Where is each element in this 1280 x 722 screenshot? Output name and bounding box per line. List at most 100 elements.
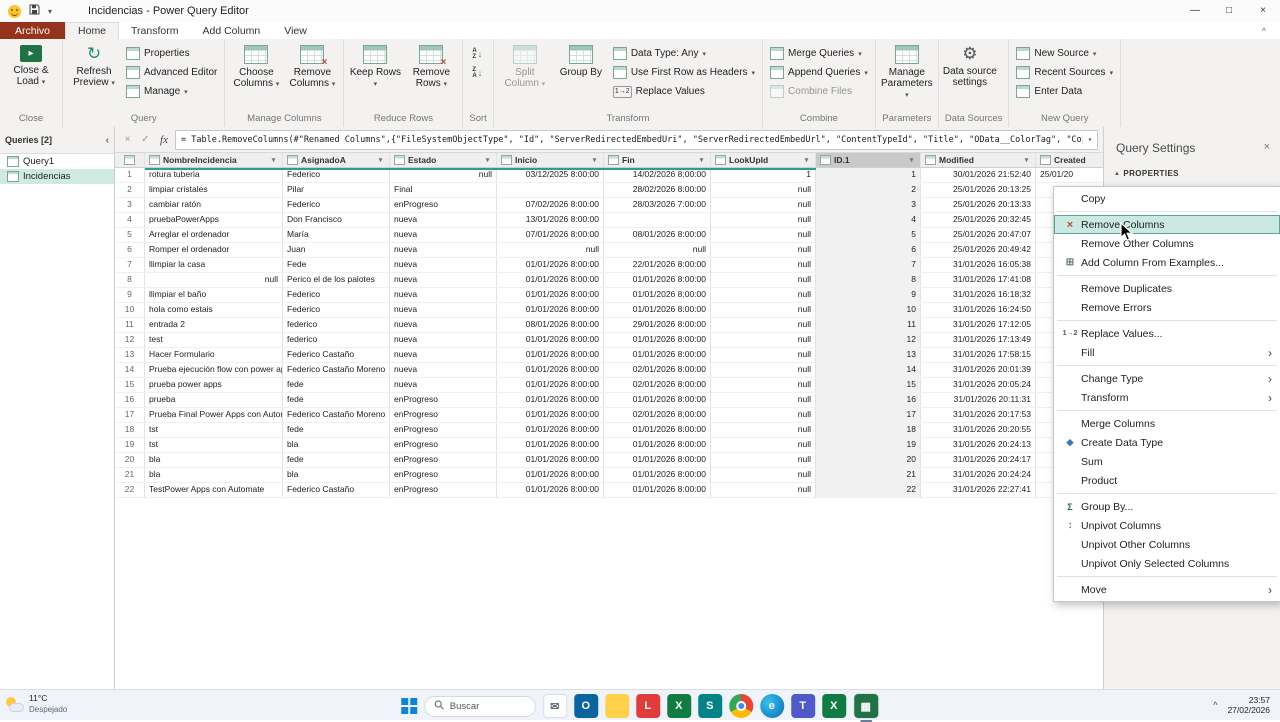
- table-cell[interactable]: fede: [283, 423, 390, 437]
- table-cell[interactable]: enProgreso: [390, 423, 497, 437]
- table-cell[interactable]: Perico el de los palotes: [283, 273, 390, 287]
- menu-item-unpivot-columns[interactable]: ↕ Unpivot Columns: [1054, 516, 1280, 535]
- manage-parameters-button[interactable]: Manage Parameters ▾: [880, 41, 934, 107]
- row-number[interactable]: 18: [115, 423, 145, 437]
- row-number[interactable]: 20: [115, 453, 145, 467]
- table-cell[interactable]: null: [711, 333, 816, 347]
- table-cell[interactable]: 13/01/2026 8:00:00: [497, 213, 604, 227]
- table-cell[interactable]: Arreglar el ordenador: [145, 228, 283, 242]
- filter-icon[interactable]: ▾: [483, 156, 492, 164]
- table-cell[interactable]: 31/01/2026 16:05:38: [921, 258, 1036, 272]
- row-number[interactable]: 16: [115, 393, 145, 407]
- table-cell[interactable]: nueva: [390, 318, 497, 332]
- row-number[interactable]: 15: [115, 378, 145, 392]
- table-cell[interactable]: 01/01/2026 8:00:00: [497, 378, 604, 392]
- table-cell[interactable]: 02/01/2026 8:00:00: [604, 363, 711, 377]
- properties-button[interactable]: Properties: [123, 45, 220, 62]
- table-cell[interactable]: 01/01/2026 8:00:00: [497, 393, 604, 407]
- table-cell[interactable]: nueva: [390, 213, 497, 227]
- table-cell[interactable]: 31/01/2026 20:20:55: [921, 423, 1036, 437]
- row-number[interactable]: 19: [115, 438, 145, 452]
- query-item-incidencias[interactable]: Incidencias: [0, 169, 114, 184]
- table-cell[interactable]: Federico Castaño Moreno: [283, 408, 390, 422]
- table-cell[interactable]: nueva: [390, 378, 497, 392]
- table-cell[interactable]: null: [711, 273, 816, 287]
- manage-button[interactable]: Manage ▾: [123, 83, 220, 100]
- tab-view[interactable]: View: [272, 22, 319, 39]
- menu-item-move[interactable]: Move ›: [1054, 580, 1280, 599]
- menu-item-remove-columns[interactable]: × Remove Columns: [1054, 215, 1280, 234]
- table-cell[interactable]: Juan: [283, 243, 390, 257]
- table-cell[interactable]: 19: [816, 438, 921, 452]
- remove-columns-button[interactable]: × Remove Columns ▾: [285, 41, 339, 107]
- menu-item-group-by[interactable]: Σ Group By...: [1054, 497, 1280, 516]
- tab-add-column[interactable]: Add Column: [190, 22, 272, 39]
- table-cell[interactable]: 31/01/2026 17:13:49: [921, 333, 1036, 347]
- table-cell[interactable]: 21: [816, 468, 921, 482]
- row-number[interactable]: 3: [115, 198, 145, 212]
- table-cell[interactable]: nueva: [390, 228, 497, 242]
- table-cell[interactable]: 07/01/2026 8:00:00: [497, 228, 604, 242]
- table-cell[interactable]: 01/01/2026 8:00:00: [497, 333, 604, 347]
- table-cell[interactable]: null: [711, 303, 816, 317]
- sort-descending-button[interactable]: Z A ↓: [467, 64, 487, 81]
- table-cell[interactable]: 01/01/2026 8:00:00: [604, 453, 711, 467]
- table-cell[interactable]: 08/01/2026 8:00:00: [497, 318, 604, 332]
- table-cell[interactable]: Prueba ejecución flow con power apps: [145, 363, 283, 377]
- table-cell[interactable]: Federico Castaño: [283, 483, 390, 497]
- use-first-row-as-headers-button[interactable]: Use First Row as Headers ▾: [610, 64, 758, 81]
- table-cell[interactable]: 10: [816, 303, 921, 317]
- menu-item-product[interactable]: Product: [1054, 471, 1280, 490]
- column-header-estado[interactable]: Estado ▾: [390, 153, 497, 168]
- table-cell[interactable]: llimpiar el baño: [145, 288, 283, 302]
- keep-rows-button[interactable]: Keep Rows ▾: [348, 41, 402, 107]
- table-cell[interactable]: Federico: [283, 168, 390, 182]
- table-cell[interactable]: Fede: [283, 258, 390, 272]
- table-cell[interactable]: pruebaPowerApps: [145, 213, 283, 227]
- table-cell[interactable]: null: [711, 393, 816, 407]
- table-cell[interactable]: Prueba Final Power Apps con Automate: [145, 408, 283, 422]
- table-cell[interactable]: [497, 183, 604, 197]
- row-number[interactable]: 9: [115, 288, 145, 302]
- column-header-lookupid[interactable]: LookUpId ▾: [711, 153, 816, 168]
- table-cell[interactable]: 11: [816, 318, 921, 332]
- table-cell[interactable]: null: [711, 378, 816, 392]
- table-cell[interactable]: 01/01/2026 8:00:00: [604, 273, 711, 287]
- menu-item-add-column-from-examples[interactable]: ⊞ Add Column From Examples...: [1054, 253, 1280, 272]
- save-icon[interactable]: [29, 2, 40, 20]
- table-cell[interactable]: 01/01/2026 8:00:00: [604, 288, 711, 302]
- table-cell[interactable]: null: [604, 243, 711, 257]
- row-number[interactable]: 21: [115, 468, 145, 482]
- table-cell[interactable]: 01/01/2026 8:00:00: [497, 408, 604, 422]
- table-cell[interactable]: 31/01/2026 17:41:08: [921, 273, 1036, 287]
- row-number[interactable]: 22: [115, 483, 145, 497]
- table-cell[interactable]: 30/01/2026 21:52:40: [921, 168, 1036, 182]
- table-cell[interactable]: nueva: [390, 363, 497, 377]
- row-number[interactable]: 12: [115, 333, 145, 347]
- row-number[interactable]: 13: [115, 348, 145, 362]
- table-cell[interactable]: 01/01/2026 8:00:00: [497, 438, 604, 452]
- qat-dropdown-icon[interactable]: ▾: [48, 7, 52, 16]
- column-header-inicio[interactable]: Inicio ▾: [497, 153, 604, 168]
- table-cell[interactable]: 14: [816, 363, 921, 377]
- append-queries-button[interactable]: Append Queries ▾: [767, 64, 871, 81]
- table-cell[interactable]: enProgreso: [390, 198, 497, 212]
- table-cell[interactable]: 31/01/2026 16:24:50: [921, 303, 1036, 317]
- table-cell[interactable]: fede: [283, 393, 390, 407]
- close-and-load-button[interactable]: ▸ Close & Load ▾: [4, 41, 58, 107]
- table-cell[interactable]: 12: [816, 333, 921, 347]
- menu-item-sum[interactable]: Sum: [1054, 452, 1280, 471]
- sort-ascending-button[interactable]: A Z ↓: [467, 45, 487, 62]
- table-cell[interactable]: null: [711, 288, 816, 302]
- chrome-icon[interactable]: [728, 694, 753, 718]
- table-cell[interactable]: 02/01/2026 8:00:00: [604, 408, 711, 422]
- tab-transform[interactable]: Transform: [119, 22, 190, 39]
- filter-icon[interactable]: ▾: [1022, 156, 1031, 164]
- row-number[interactable]: 5: [115, 228, 145, 242]
- table-cell[interactable]: 14/02/2026 8:00:00: [604, 168, 711, 182]
- teams-icon[interactable]: T: [790, 694, 815, 718]
- start-button[interactable]: [401, 698, 417, 714]
- table-cell[interactable]: 01/01/2026 8:00:00: [497, 483, 604, 497]
- table-cell[interactable]: null: [711, 408, 816, 422]
- table-cell[interactable]: 01/01/2026 8:00:00: [497, 303, 604, 317]
